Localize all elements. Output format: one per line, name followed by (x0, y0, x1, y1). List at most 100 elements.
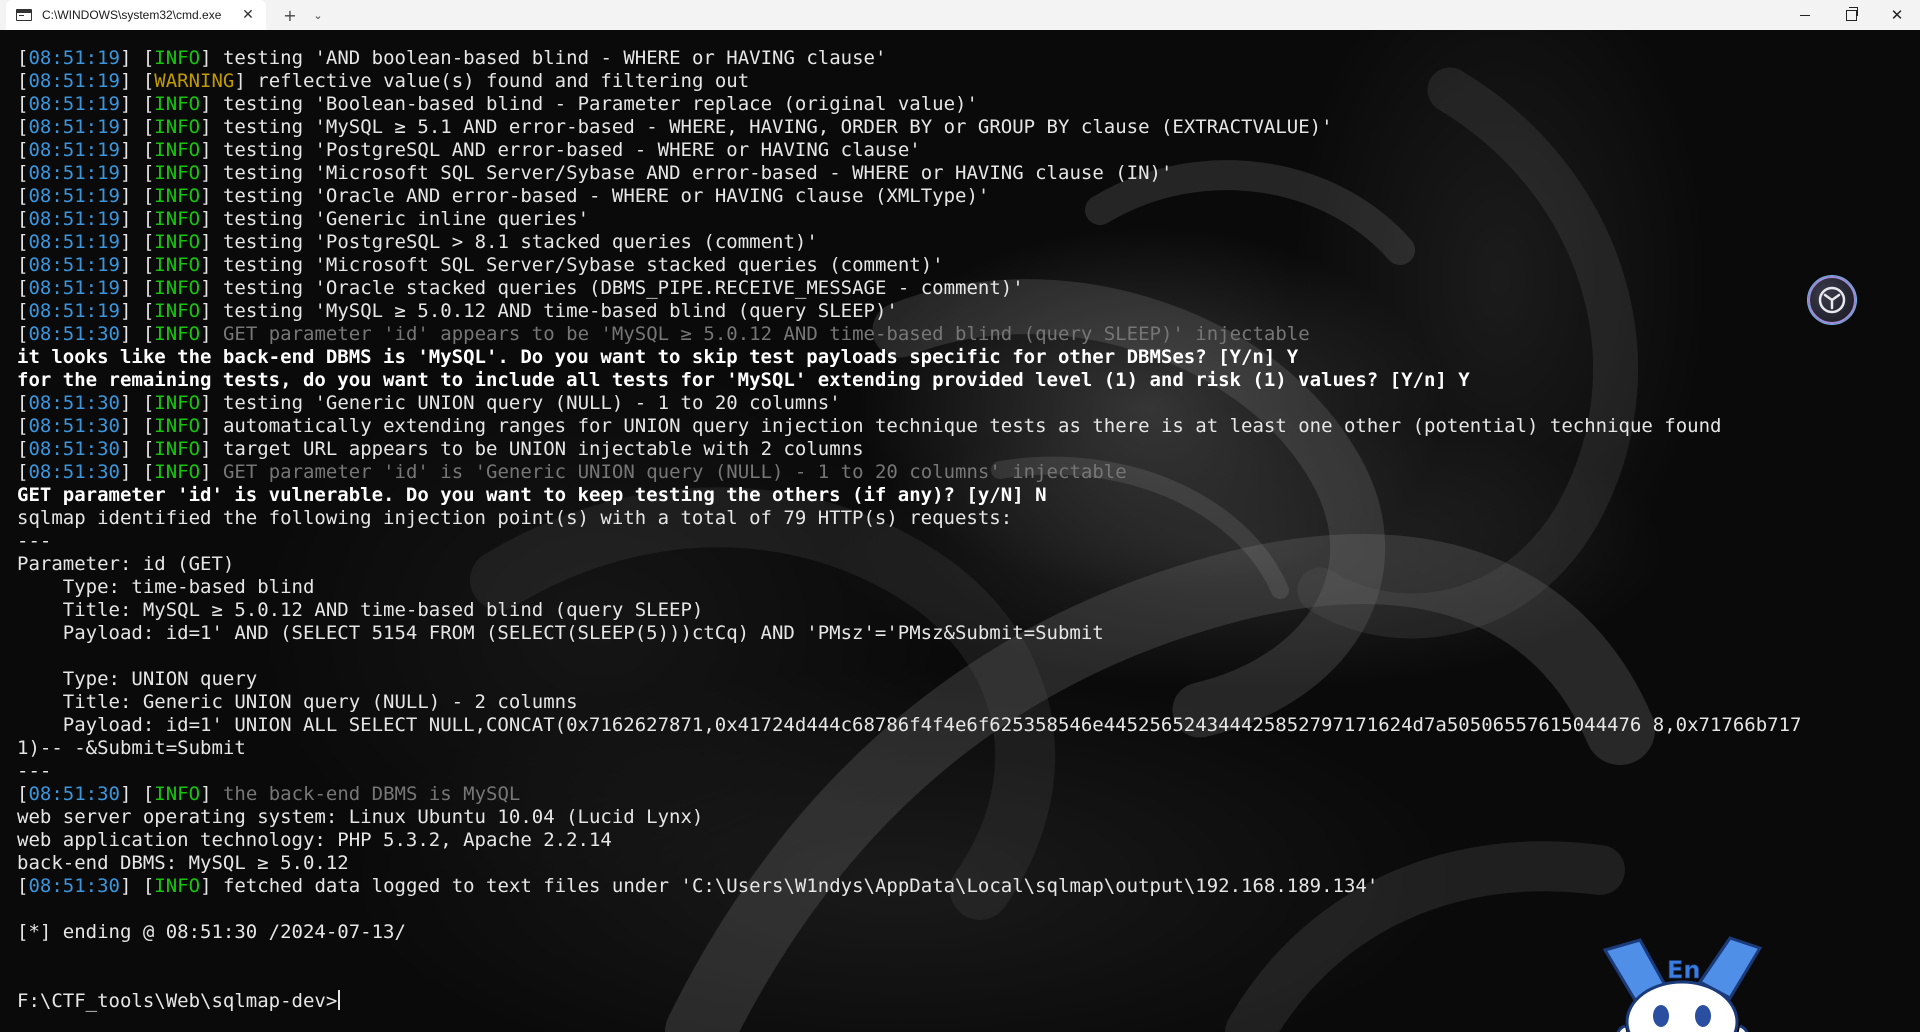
terminal-line: [08:51:19] [INFO] testing 'Microsoft SQL… (17, 254, 944, 276)
restore-button[interactable] (1828, 0, 1874, 30)
log-timestamp: 08:51:19 (28, 162, 120, 184)
log-timestamp: 08:51:30 (28, 461, 120, 483)
terminal-line: for the remaining tests, do you want to … (17, 369, 1912, 392)
close-button[interactable]: ✕ (1874, 0, 1920, 30)
floating-assistant-button[interactable] (1808, 276, 1856, 324)
log-message: testing 'AND boolean-based blind - WHERE… (211, 47, 887, 69)
log-level: INFO (154, 139, 201, 161)
terminal-line: --- (17, 760, 1912, 783)
log-timestamp: 08:51:19 (28, 277, 120, 299)
log-level: INFO (154, 875, 201, 897)
terminal-line: Payload: id=1' UNION ALL SELECT NULL,CON… (17, 714, 1912, 737)
tab-cmd[interactable]: C:\WINDOWS\system32\cmd.exe ✕ (6, 0, 266, 30)
terminal-line: [08:51:30] [INFO] target URL appears to … (17, 438, 864, 460)
terminal-line: Type: time-based blind (17, 576, 1912, 599)
log-level: INFO (154, 47, 201, 69)
terminal-line: [08:51:30] [INFO] testing 'Generic UNION… (17, 392, 841, 414)
log-level: INFO (154, 208, 201, 230)
log-level: INFO (154, 438, 201, 460)
log-message: testing 'Oracle stacked queries (DBMS_PI… (211, 277, 1024, 299)
log-timestamp: 08:51:30 (28, 392, 120, 414)
tab-close-icon[interactable]: ✕ (238, 7, 258, 23)
log-message: testing 'Microsoft SQL Server/Sybase sta… (211, 254, 944, 276)
log-timestamp: 08:51:30 (28, 438, 120, 460)
terminal-line: 1)-- -&Submit=Submit (17, 737, 1912, 760)
terminal-output-area[interactable]: [08:51:19] [INFO] testing 'AND boolean-b… (0, 30, 1920, 1032)
log-message: reflective value(s) found and filtering … (245, 70, 750, 92)
log-message: the back-end DBMS is MySQL (211, 783, 521, 805)
log-message: testing 'Generic inline queries' (211, 208, 590, 230)
log-timestamp: 08:51:19 (28, 116, 120, 138)
minimize-button[interactable] (1782, 0, 1828, 30)
terminal-line: sqlmap identified the following injectio… (17, 507, 1912, 530)
terminal-line: back-end DBMS: MySQL ≥ 5.0.12 (17, 852, 1912, 875)
log-message: testing 'Boolean-based blind - Parameter… (211, 93, 978, 115)
terminal-line: it looks like the back-end DBMS is 'MySQ… (17, 346, 1912, 369)
output-text: web application technology: PHP 5.3.2, A… (17, 829, 612, 851)
terminal-line: [08:51:30] [INFO] the back-end DBMS is M… (17, 783, 521, 805)
output-text: back-end DBMS: MySQL ≥ 5.0.12 (17, 852, 349, 874)
terminal-line: [08:51:19] [INFO] testing 'PostgreSQL AN… (17, 139, 921, 161)
terminal-line: web application technology: PHP 5.3.2, A… (17, 829, 1912, 852)
terminal-line: Parameter: id (GET) (17, 553, 1912, 576)
log-level: INFO (154, 461, 201, 483)
log-level: INFO (154, 231, 201, 253)
output-text: --- (17, 530, 52, 552)
log-level: INFO (154, 185, 201, 207)
log-level: INFO (154, 415, 201, 437)
terminal-line: --- (17, 530, 1912, 553)
log-level: WARNING (154, 70, 235, 92)
log-level: INFO (154, 300, 201, 322)
terminal-line: [08:51:19] [INFO] testing 'AND boolean-b… (17, 47, 887, 69)
new-tab-button[interactable]: + (276, 0, 304, 30)
mascot-icon: En (1602, 936, 1763, 1032)
log-level: INFO (154, 277, 201, 299)
terminal-line: [08:51:19] [WARNING] reflective value(s)… (17, 70, 750, 92)
log-level: INFO (154, 254, 201, 276)
terminal-line: [08:51:19] [INFO] testing 'Boolean-based… (17, 93, 978, 115)
command-prompt: F:\CTF_tools\Web\sqlmap-dev> (17, 990, 338, 1012)
log-message: target URL appears to be UNION injectabl… (211, 438, 864, 460)
terminal-line: [08:51:30] [INFO] automatically extendin… (17, 415, 1722, 437)
terminal-line: Payload: id=1' AND (SELECT 5154 FROM (SE… (17, 622, 1912, 645)
log-level: INFO (154, 162, 201, 184)
text-cursor (338, 990, 341, 1010)
output-text: sqlmap identified the following injectio… (17, 507, 1013, 529)
prompt-question: for the remaining tests, do you want to … (17, 369, 1470, 391)
terminal-line: [08:51:19] [INFO] testing 'Microsoft SQL… (17, 162, 1173, 184)
terminal-line: [08:51:30] [INFO] GET parameter 'id' is … (17, 461, 1127, 483)
log-message: testing 'MySQL ≥ 5.0.12 AND time-based b… (211, 300, 898, 322)
log-level: INFO (154, 93, 201, 115)
output-text: web server operating system: Linux Ubunt… (17, 806, 704, 828)
log-message: testing 'PostgreSQL > 8.1 stacked querie… (211, 231, 818, 253)
log-level: INFO (154, 323, 201, 345)
log-level: INFO (154, 783, 201, 805)
title-bar: C:\WINDOWS\system32\cmd.exe ✕ + ⌄ ✕ (0, 0, 1920, 30)
output-text: Title: Generic UNION query (NULL) - 2 co… (17, 691, 578, 713)
terminal-line: [08:51:19] [INFO] testing 'Oracle AND er… (17, 185, 990, 207)
log-timestamp: 08:51:19 (28, 254, 120, 276)
log-level: INFO (154, 392, 201, 414)
terminal-line: [08:51:30] [INFO] GET parameter 'id' app… (17, 323, 1310, 345)
log-timestamp: 08:51:19 (28, 70, 120, 92)
log-timestamp: 08:51:19 (28, 185, 120, 207)
output-text: Type: time-based blind (17, 576, 315, 598)
terminal-line: [08:51:19] [INFO] testing 'MySQL ≥ 5.1 A… (17, 116, 1333, 138)
tab-dropdown-button[interactable]: ⌄ (306, 0, 330, 30)
log-message: testing 'Generic UNION query (NULL) - 1 … (211, 392, 841, 414)
log-timestamp: 08:51:30 (28, 783, 120, 805)
output-text: Type: UNION query (17, 668, 258, 690)
terminal-lines: [08:51:19] [INFO] testing 'AND boolean-b… (17, 47, 1912, 1013)
log-timestamp: 08:51:30 (28, 323, 120, 345)
terminal-line: GET parameter 'id' is vulnerable. Do you… (17, 484, 1912, 507)
terminal-line: [08:51:19] [INFO] testing 'MySQL ≥ 5.0.1… (17, 300, 898, 322)
log-message: testing 'PostgreSQL AND error-based - WH… (211, 139, 921, 161)
log-timestamp: 08:51:19 (28, 47, 120, 69)
terminal-line: Type: UNION query (17, 668, 1912, 691)
log-timestamp: 08:51:19 (28, 139, 120, 161)
tab-title: C:\WINDOWS\system32\cmd.exe (42, 8, 222, 22)
log-message: GET parameter 'id' is 'Generic UNION que… (211, 461, 1127, 483)
log-timestamp: 08:51:19 (28, 93, 120, 115)
terminal-window: C:\WINDOWS\system32\cmd.exe ✕ + ⌄ ✕ [08:… (0, 0, 1920, 1032)
